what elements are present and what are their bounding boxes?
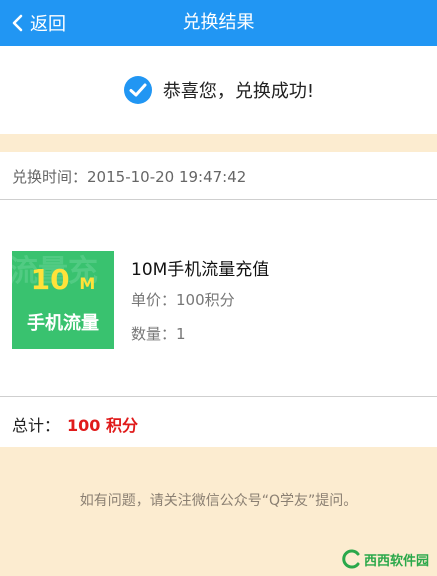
- total-label: 总计：: [12, 416, 61, 435]
- success-panel: 恭喜您，兑换成功!: [0, 46, 437, 134]
- exchange-time: 兑换时间：2015-10-20 19:47:42: [12, 166, 246, 187]
- price-value: 100积分: [176, 291, 235, 309]
- help-text: 如有问题，请关注微信公众号“Q学友”提问。: [79, 493, 358, 509]
- quantity-label: 数量：: [131, 325, 177, 343]
- thumbnail-amount-number: 10: [30, 263, 70, 296]
- product-card[interactable]: 流量充 10 M 手机流量 10M手机流量充值 单价：100积分 数量：1: [0, 200, 437, 397]
- product-quantity: 数量：1: [131, 323, 186, 344]
- watermark-icon: [342, 549, 360, 569]
- section-divider: [0, 134, 437, 152]
- success-message: 恭喜您，兑换成功!: [162, 81, 315, 102]
- watermark-text: 西西软件园: [363, 553, 429, 569]
- exchange-time-row: 兑换时间：2015-10-20 19:47:42: [0, 152, 437, 200]
- exchange-time-label: 兑换时间：: [12, 168, 88, 186]
- exchange-time-value: 2015-10-20 19:47:42: [87, 168, 247, 186]
- thumbnail-amount: 10 M: [12, 263, 114, 296]
- quantity-value: 1: [176, 325, 186, 343]
- product-thumbnail: 流量充 10 M 手机流量: [12, 251, 114, 349]
- watermark-logo: 西西软件园: [340, 548, 429, 570]
- price-label: 单价：: [131, 291, 177, 309]
- total-row: 总计： 100 积分: [0, 397, 437, 447]
- thumbnail-label: 手机流量: [27, 313, 99, 334]
- header-bar: 返回 兑换结果: [0, 0, 437, 46]
- page-title: 兑换结果: [182, 12, 255, 33]
- product-price: 单价：100积分: [131, 289, 235, 310]
- check-circle-icon: [123, 76, 152, 104]
- product-name: 10M手机流量充值: [131, 260, 270, 280]
- thumbnail-amount-unit: M: [79, 274, 96, 293]
- total-value: 100 积分: [67, 416, 138, 435]
